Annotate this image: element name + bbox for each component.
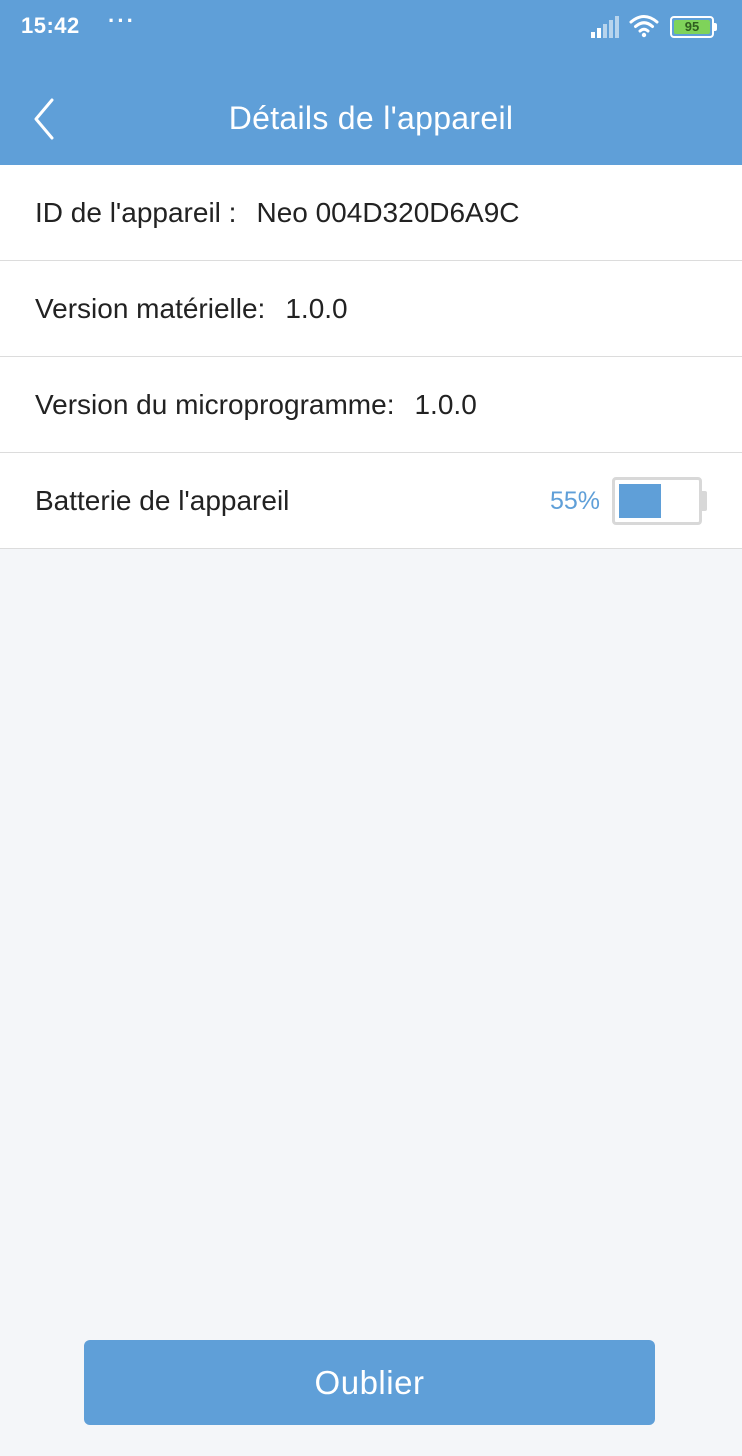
hardware-version-label: Version matérielle: <box>35 292 266 324</box>
status-time: 15:42 <box>21 13 80 38</box>
hardware-version-row: Version matérielle: 1.0.0 <box>0 261 742 357</box>
device-id-row: ID de l'appareil : Neo 004D320D6A9C <box>0 165 742 261</box>
status-battery-level: 95 <box>674 20 710 34</box>
firmware-version-row: Version du microprogramme: 1.0.0 <box>0 357 742 453</box>
wifi-icon <box>629 15 659 38</box>
device-id-label: ID de l'appareil : <box>35 196 237 228</box>
firmware-version-value: 1.0.0 <box>414 388 477 420</box>
device-battery-fill <box>619 484 661 518</box>
header: 15:42 ··· 95 Détails de l'appareil <box>0 0 742 165</box>
device-battery-indicator: 55% <box>549 477 707 525</box>
device-details-list: ID de l'appareil : Neo 004D320D6A9C Vers… <box>0 165 742 549</box>
app-bar: Détails de l'appareil <box>0 56 742 165</box>
status-battery-icon: 95 <box>670 16 718 38</box>
hardware-version-value: 1.0.0 <box>285 292 348 324</box>
device-details-screen: 15:42 ··· 95 Détails de l'appareil ID de… <box>0 0 742 1456</box>
signal-icon <box>591 16 619 38</box>
battery-icon <box>612 477 707 525</box>
forget-button[interactable]: Oublier <box>84 1340 655 1425</box>
device-battery-percent: 55% <box>549 486 600 515</box>
device-battery-label: Batterie de l'appareil <box>35 484 290 516</box>
device-id-value: Neo 004D320D6A9C <box>256 196 520 228</box>
firmware-version-label: Version du microprogramme: <box>35 388 395 420</box>
status-bar: 15:42 ··· 95 <box>0 0 742 56</box>
notification-dots-icon: ··· <box>108 8 136 33</box>
device-battery-row: Batterie de l'appareil 55% <box>0 453 742 549</box>
page-title: Détails de l'appareil <box>228 100 514 136</box>
